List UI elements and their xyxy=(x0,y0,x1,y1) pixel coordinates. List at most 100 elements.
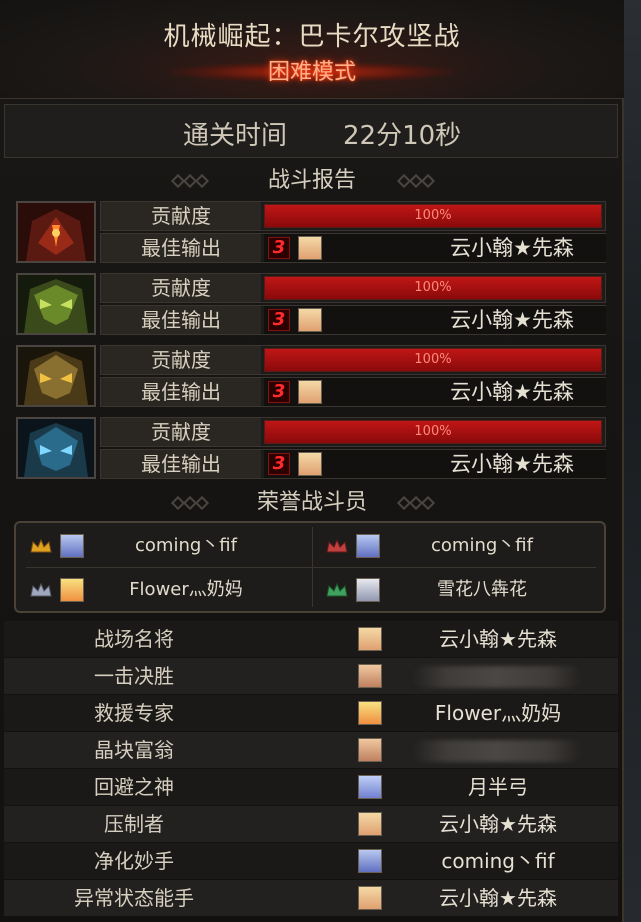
best-output-area: 3 云小翰★先森 xyxy=(264,306,606,334)
contribution-row: 贡献度 100% xyxy=(100,345,606,375)
red-crown-icon xyxy=(326,539,348,553)
background-scenery xyxy=(624,0,641,922)
best-output-area: 3 云小翰★先森 xyxy=(264,234,606,262)
player-avatar xyxy=(358,886,382,910)
honor-member: Flower灬奶妈 xyxy=(16,571,304,609)
contribution-label: 贡献度 xyxy=(101,418,261,446)
ornament-right-icon xyxy=(396,493,452,511)
best-output-player: 云小翰★先森 xyxy=(450,452,574,476)
honor-member-name: coming丶fif xyxy=(135,535,237,556)
gold-boss-icon xyxy=(16,345,96,407)
silver-crown-icon xyxy=(30,583,52,597)
boss-report-row: 贡献度 100% 最佳输出 3 云小翰★先森 xyxy=(14,417,606,481)
honor-member-name: 雪花八犇花 xyxy=(437,579,527,600)
best-output-label: 最佳输出 xyxy=(101,234,261,262)
contribution-label: 贡献度 xyxy=(101,346,261,374)
award-row: 晶块富翁 xyxy=(4,732,618,768)
honor-title: 荣誉战斗员 xyxy=(256,490,367,515)
best-output-label: 最佳输出 xyxy=(101,450,261,478)
honor-members-box: coming丶fif coming丶fif Flower灬奶妈 雪花八犇花 xyxy=(14,521,606,613)
best-output-label: 最佳输出 xyxy=(101,306,261,334)
ornament-right-icon xyxy=(396,171,452,189)
player-avatar xyxy=(298,380,322,404)
contribution-bar: 100% xyxy=(264,348,602,372)
best-output-area: 3 云小翰★先森 xyxy=(264,378,606,406)
red-boss-icon xyxy=(16,201,96,263)
contribution-percent: 100% xyxy=(414,352,452,367)
honor-member-name: Flower灬奶妈 xyxy=(129,579,243,600)
player-avatar xyxy=(358,664,382,688)
gold-crown-icon xyxy=(30,539,52,553)
boss-report-row: 贡献度 100% 最佳输出 3 云小翰★先森 xyxy=(14,345,606,409)
rank-badge: 3 xyxy=(268,309,290,331)
player-avatar xyxy=(358,812,382,836)
rank-badge: 3 xyxy=(268,381,290,403)
best-output-area: 3 云小翰★先森 xyxy=(264,450,606,478)
obscured-name xyxy=(412,740,582,762)
contribution-bar: 100% xyxy=(264,276,602,300)
rank-badge: 3 xyxy=(268,237,290,259)
rank-badge: 3 xyxy=(268,453,290,475)
award-title: 一击决胜 xyxy=(94,664,174,688)
player-avatar xyxy=(358,738,382,762)
award-title: 压制者 xyxy=(104,812,164,836)
difficulty-label: 困难模式 xyxy=(267,60,356,85)
award-player: 云小翰★先森 xyxy=(439,627,557,651)
player-avatar xyxy=(358,849,382,873)
award-player: 云小翰★先森 xyxy=(439,812,557,836)
contribution-row: 贡献度 100% xyxy=(100,417,606,447)
honor-member: coming丶fif xyxy=(312,527,600,565)
results-header: 机械崛起：巴卡尔攻坚战 困难模式 xyxy=(0,0,624,99)
award-player: coming丶fif xyxy=(441,849,555,873)
best-output-player: 云小翰★先森 xyxy=(450,308,574,332)
clear-time-value: 22分10秒 xyxy=(343,121,462,151)
best-output-row: 最佳输出 3 云小翰★先森 xyxy=(100,305,606,335)
contribution-percent: 100% xyxy=(414,208,452,223)
clear-time-row: 通关时间 22分10秒 xyxy=(4,104,618,158)
best-output-row: 最佳输出 3 云小翰★先森 xyxy=(100,233,606,263)
contribution-row: 贡献度 100% xyxy=(100,201,606,231)
clear-time-label: 通关时间 xyxy=(183,121,288,151)
boss-report-row: 贡献度 100% 最佳输出 3 云小翰★先森 xyxy=(14,201,606,265)
best-output-row: 最佳输出 3 云小翰★先森 xyxy=(100,449,606,479)
award-row: 异常状态能手 云小翰★先森 xyxy=(4,880,618,916)
battle-report-title: 战斗报告 xyxy=(267,168,356,193)
award-title: 救援专家 xyxy=(94,701,174,725)
award-row: 救援专家 Flower灬奶妈 xyxy=(4,695,618,731)
results-panel: 机械崛起：巴卡尔攻坚战 困难模式 通关时间 22分10秒 战斗报告 贡献度 10… xyxy=(0,0,624,922)
award-title: 晶块富翁 xyxy=(94,738,174,762)
award-title: 战场名将 xyxy=(94,627,174,651)
award-player: 云小翰★先森 xyxy=(439,886,557,910)
honor-member: 雪花八犇花 xyxy=(312,571,600,609)
green-boss-icon xyxy=(16,273,96,335)
player-avatar xyxy=(298,236,322,260)
honor-member: coming丶fif xyxy=(16,527,304,565)
best-output-player: 云小翰★先森 xyxy=(450,236,574,260)
award-row: 压制者 云小翰★先森 xyxy=(4,806,618,842)
best-output-label: 最佳输出 xyxy=(101,378,261,406)
honor-divider xyxy=(26,567,596,568)
player-avatar xyxy=(358,701,382,725)
player-avatar xyxy=(298,452,322,476)
honor-member-name: coming丶fif xyxy=(431,535,533,556)
dungeon-title: 机械崛起：巴卡尔攻坚战 xyxy=(163,22,461,52)
award-title: 异常状态能手 xyxy=(74,886,194,910)
contribution-row: 贡献度 100% xyxy=(100,273,606,303)
contribution-label: 贡献度 xyxy=(101,202,261,230)
contribution-bar: 100% xyxy=(264,204,602,228)
award-title: 净化妙手 xyxy=(94,849,174,873)
award-row: 回避之神 月半弓 xyxy=(4,769,618,805)
green-crown-icon xyxy=(326,583,348,597)
contribution-label: 贡献度 xyxy=(101,274,261,302)
obscured-name xyxy=(412,666,582,688)
award-row: 战场名将 云小翰★先森 xyxy=(4,621,618,657)
blue-boss-icon xyxy=(16,417,96,479)
contribution-bar: 100% xyxy=(264,420,602,444)
player-avatar xyxy=(358,775,382,799)
award-row: 一击决胜 xyxy=(4,658,618,694)
contribution-percent: 100% xyxy=(414,280,452,295)
best-output-row: 最佳输出 3 云小翰★先森 xyxy=(100,377,606,407)
award-title: 回避之神 xyxy=(94,775,174,799)
award-player: 月半弓 xyxy=(468,775,528,799)
award-row: 净化妙手 coming丶fif xyxy=(4,843,618,879)
